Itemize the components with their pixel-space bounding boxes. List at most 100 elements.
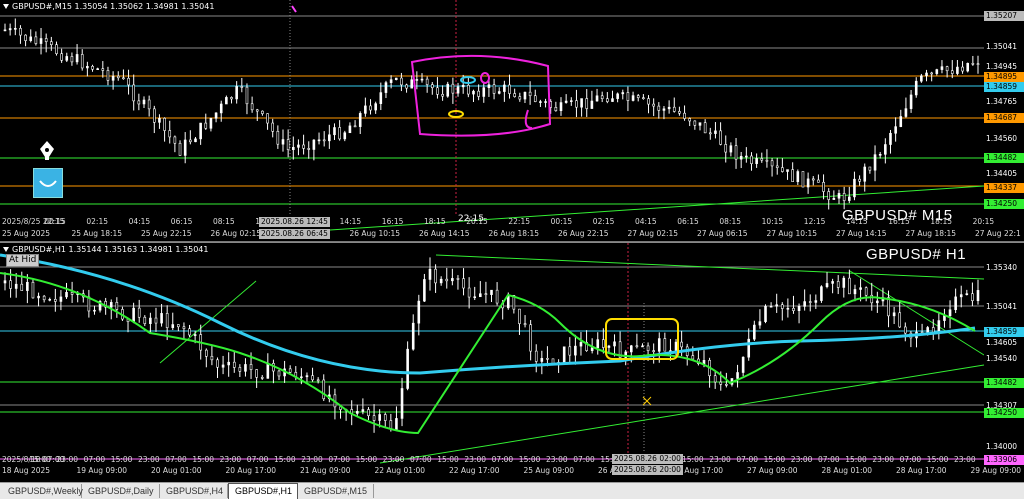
candle-body [297, 144, 300, 148]
candle-body [808, 301, 812, 303]
candle-body [75, 54, 79, 63]
tab-gbpusd-h1[interactable]: GBPUSD#,H1 [228, 483, 298, 499]
tab-gbpusd-m15[interactable]: GBPUSD#,M15 [298, 484, 374, 498]
dropdown-triangle-icon[interactable] [3, 4, 9, 9]
candle-body [55, 44, 58, 54]
h1-time-label: 23:00 [56, 455, 79, 464]
candle-body [713, 375, 717, 383]
candle-body [831, 281, 834, 284]
chart-pane-m15[interactable]: GBPUSD#,M15 1.35054 1.35062 1.34981 1.35… [0, 0, 1024, 242]
hide-button[interactable]: At Hid [6, 254, 40, 267]
candle-body [848, 277, 851, 295]
candle-body [562, 346, 566, 363]
candle-body [374, 103, 377, 111]
candle-body [250, 103, 254, 111]
tab-gbpusd-daily[interactable]: GBPUSD#,Daily [82, 484, 160, 498]
m15-time-label: 00:15 [550, 217, 573, 226]
m15-price-label: 1.34765 [984, 97, 1024, 107]
candle-body [205, 349, 208, 357]
dropdown-triangle-icon[interactable] [3, 247, 9, 252]
h1-time-label: 23:00 [954, 455, 976, 464]
candle-body [820, 286, 823, 301]
h1-time-label: 15:00 [29, 455, 51, 464]
candle-body [260, 377, 264, 379]
candle-body [70, 56, 74, 63]
candle-body [616, 93, 619, 99]
m15-time-label: 20:15 [972, 217, 995, 226]
h1-date-time-label: 20 Aug 17:00 [225, 466, 277, 475]
candle-body [101, 68, 105, 71]
candle-body [747, 338, 751, 358]
pink-marker [291, 5, 297, 13]
candle-body [31, 281, 35, 299]
candle-body [400, 388, 404, 419]
candle-body [523, 91, 527, 100]
candle-body [765, 159, 769, 162]
candle-body [48, 298, 52, 301]
candle-body [580, 98, 583, 108]
candle-body [739, 155, 743, 160]
candle-body [770, 160, 774, 167]
m15-price-label: 1.35041 [984, 42, 1024, 52]
candle-body [430, 84, 434, 89]
tab-gbpusd-weekly[interactable]: GBPUSD#,Weekly [2, 484, 83, 498]
candle-body [629, 345, 633, 353]
candle-body [971, 62, 975, 65]
m15-time-label: 18:15 [424, 217, 446, 226]
h1-time-label: 15:00 [926, 455, 949, 464]
candle-body [943, 315, 946, 321]
candle-body [508, 84, 511, 94]
candle-body [369, 105, 372, 111]
h1-chart-canvas[interactable] [0, 243, 1024, 483]
candle-body [188, 328, 191, 336]
candle-body [132, 84, 136, 102]
chart-pane-h1[interactable]: GBPUSD#,H1 1.35144 1.35163 1.34981 1.350… [0, 242, 1024, 483]
candle-body [889, 132, 892, 145]
candle-body [864, 287, 868, 296]
candle-body [497, 91, 501, 94]
candle-body [168, 130, 172, 138]
candle-body [286, 139, 290, 150]
candle-body [106, 70, 110, 81]
candle-body [652, 350, 655, 352]
m15-chart-canvas[interactable] [0, 0, 1024, 242]
pen-tool-icon[interactable] [37, 140, 57, 160]
h1-date-time-label: 19 Aug 09:00 [76, 466, 128, 475]
h1-date-time-label: 25 Aug 09:00 [523, 466, 575, 475]
candle-body [109, 302, 113, 308]
candle-body [383, 414, 387, 421]
curve-tool-icon[interactable] [33, 168, 63, 198]
h1-time-label: 23:00 [872, 455, 895, 464]
candle-body [451, 278, 454, 282]
candle-body [792, 307, 795, 311]
candle-body [378, 414, 381, 421]
m15-date-time-label: 27 Aug 18:15 [905, 229, 957, 238]
h1-time-label: 07:00 [899, 455, 922, 464]
candle-body [400, 77, 403, 86]
candle-body [115, 302, 119, 310]
m15-chart-title: GBPUSD#,M15 1.35054 1.35062 1.34981 1.35… [3, 2, 214, 11]
candle-body [836, 281, 840, 288]
candle-body [379, 92, 383, 104]
candle-body [663, 338, 667, 352]
candle-body [607, 345, 611, 348]
candle-body [959, 294, 963, 298]
candle-body [147, 99, 151, 110]
candle-body [647, 98, 650, 105]
candle-body [745, 155, 748, 158]
tab-gbpusd-h4[interactable]: GBPUSD#,H4 [160, 484, 228, 498]
candle-body [411, 322, 415, 350]
candle-body [355, 411, 359, 414]
h1-date-time-label: 27 Aug 09:00 [747, 466, 798, 475]
candle-body [456, 86, 460, 94]
m15-date-time-label: 26 Aug 22:15 [558, 229, 609, 238]
candle-body [456, 278, 460, 280]
candle-body [20, 283, 24, 291]
candle-body [657, 105, 661, 111]
h1-price-label: 1.34859 [984, 327, 1024, 337]
candle-body [322, 379, 326, 400]
h1-time-label: 07:00 [165, 455, 187, 464]
candle-body [641, 345, 644, 348]
candle-body [343, 132, 347, 140]
candle-body [741, 356, 745, 373]
